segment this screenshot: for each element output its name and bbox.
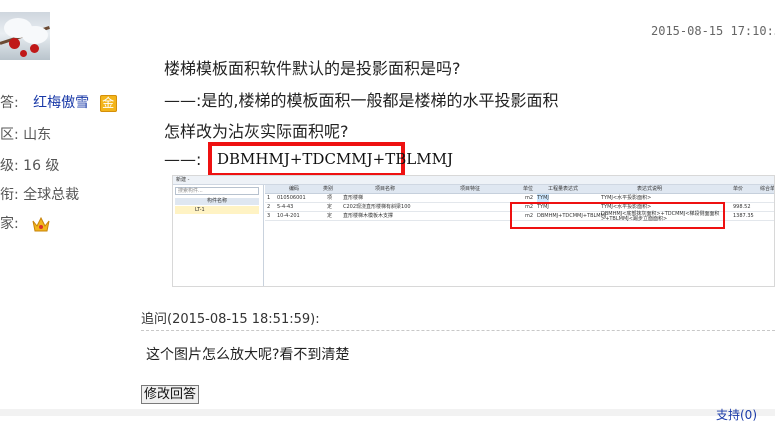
screenshot-search: 搜索构件...: [175, 187, 259, 195]
avatar-snow: [22, 26, 48, 44]
profile-region-value: 山东: [23, 127, 52, 143]
answer-line-1: 楼梯模板面积软件默认的是投影面积是吗?: [164, 59, 461, 78]
screenshot-left-header: 构件名称: [175, 198, 259, 205]
edit-answer-button[interactable]: 修改回答: [141, 385, 200, 404]
grid-cell: 1: [267, 195, 271, 201]
avatar-blossom: [9, 38, 20, 49]
avatar[interactable]: [0, 12, 50, 60]
answer-line-2: ——:是的,楼梯的模板面积一般都是楼梯的水平投影面积: [164, 91, 559, 110]
screenshot-highlight-box: [510, 202, 725, 229]
grid-col: 综合单: [760, 186, 775, 192]
profile-region: 区: 山东: [0, 124, 51, 144]
grid-cell: 010506001: [277, 195, 306, 201]
grid-cell: C202现浇直形楼梯有斜梁100: [343, 204, 411, 210]
divider: [141, 330, 775, 331]
grid-cell: 5-4-43: [277, 204, 294, 210]
grid-col: 表达式说明: [637, 186, 663, 192]
profile-expert: 家:: [0, 213, 51, 233]
profile-level-value: 16 级: [23, 158, 60, 174]
grid-col: 类别: [323, 186, 334, 192]
grid-cell: 3: [267, 213, 271, 219]
grid-cell: 2: [267, 204, 271, 210]
profile-rank: 衔: 全球总裁: [0, 184, 79, 204]
grid-col: 项目名称: [375, 186, 396, 192]
profile-expert-label: 家:: [0, 216, 19, 232]
grid-cell: TYMJ: [537, 194, 549, 202]
answer-line-3: 怎样改为沾灰实际面积呢?: [164, 122, 349, 141]
follow-up-header: 追问(2015-08-15 18:51:59):: [141, 312, 320, 327]
grid-cell: TYMJ<水平投影面积>: [601, 195, 652, 201]
avatar-blossom: [30, 44, 39, 53]
answerer-row: 答: 红梅傲雪 金: [0, 92, 117, 112]
grid-cell: 10-4-201: [277, 213, 300, 219]
grid-cell: 1387.35: [733, 213, 754, 219]
avatar-blossom: [20, 50, 27, 57]
screenshot-grid-header: 编码 类别 项目名称 项目特征 单位 工程量表达式 表达式说明 单价 综合单: [265, 185, 775, 194]
grid-cell: m2: [525, 195, 534, 201]
grid-col: 单价: [733, 186, 744, 192]
profile-region-label: 区:: [0, 127, 19, 143]
screenshot-left-pane: 搜索构件... 构件名称 LT-1: [173, 185, 264, 286]
grid-col: 工程量表达式: [548, 186, 579, 192]
crown-icon: [32, 216, 50, 232]
profile-rank-value: 全球总裁: [23, 187, 80, 203]
grid-col: 单位: [523, 186, 534, 192]
screenshot-toolbar: 新建 -: [173, 176, 774, 185]
screenshot-left-row: LT-1: [175, 206, 259, 214]
profile-rank-label: 衔:: [0, 187, 19, 203]
answerer-name-link[interactable]: 红梅傲雪: [33, 95, 89, 111]
answer-line-4: ——:: [164, 150, 202, 169]
grid-cell: 定: [327, 204, 333, 210]
embedded-screenshot[interactable]: 新建 - 搜索构件... 构件名称 LT-1 编码 类别 项目名称 项目特征 单…: [172, 175, 775, 287]
grid-cell: 项: [327, 195, 333, 201]
screenshot-toolbar-label: 新建 -: [176, 177, 190, 183]
grid-col: 编码: [289, 186, 300, 192]
answerer-label: 答:: [0, 95, 19, 111]
support-link[interactable]: 支持(0): [716, 406, 757, 423]
formula-highlight: DBMHMJ+TDCMMJ+TBLMMJ: [208, 142, 453, 177]
follow-up-body: 这个图片怎么放大呢?看不到清楚: [146, 347, 350, 363]
grid-cell: 直形楼梯木模板木支撑: [343, 213, 394, 219]
footer-bar: [0, 409, 775, 416]
profile-level: 级: 16 级: [0, 155, 59, 175]
grid-cell: 998.52: [733, 204, 751, 210]
grid-col: 项目特征: [460, 186, 481, 192]
answer-timestamp: 2015-08-15 17:10:5: [651, 24, 775, 38]
profile-level-label: 级:: [0, 158, 19, 174]
gold-badge-icon: 金: [99, 94, 117, 112]
grid-cell: 定: [327, 213, 333, 219]
grid-cell: 直形楼梯: [343, 195, 364, 201]
